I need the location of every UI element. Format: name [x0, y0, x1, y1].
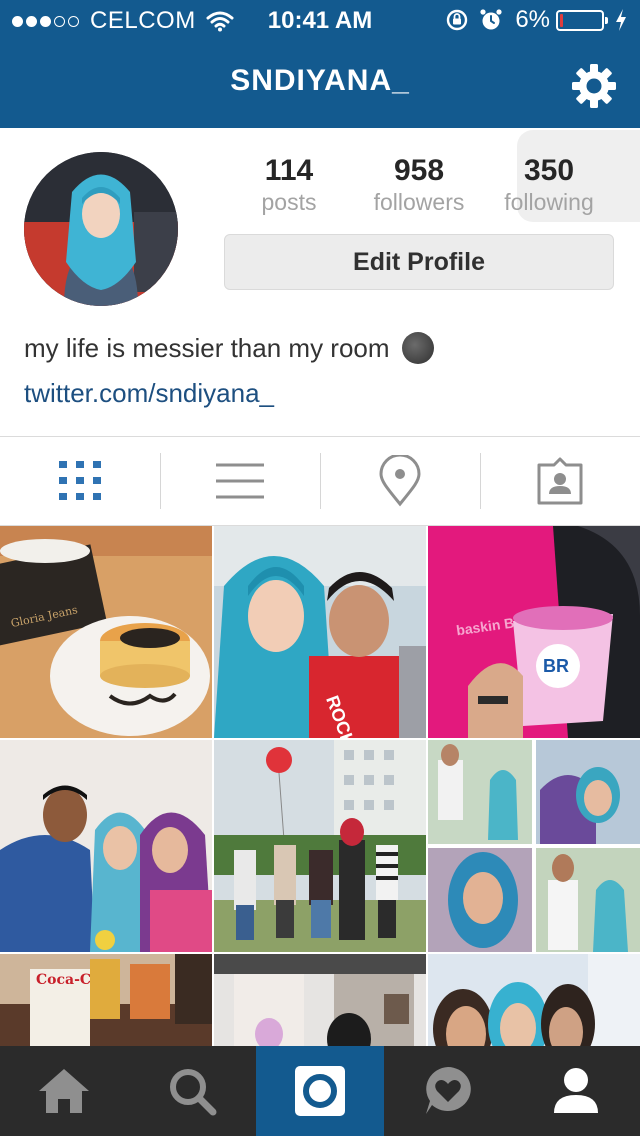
- photo-coffee-dessert[interactable]: Gloria Jeans: [0, 526, 212, 738]
- profile-stats: 114 posts 958 followers 350 following: [224, 154, 614, 218]
- posts-count[interactable]: 114 posts: [224, 154, 354, 216]
- username-title: SNDIYANA_: [230, 64, 410, 97]
- alarm-icon: [480, 9, 502, 30]
- photo-three-girls-selfie[interactable]: [428, 954, 640, 1046]
- photo-selfie-with-boy[interactable]: ROCK: [214, 526, 426, 738]
- tab-location-view[interactable]: [320, 437, 480, 525]
- tab-profile[interactable]: [512, 1046, 640, 1136]
- tab-tagged-view[interactable]: [480, 437, 640, 525]
- tab-camera[interactable]: [256, 1046, 384, 1136]
- status-bar: CELCOM 10:41 AM 6%: [0, 0, 640, 40]
- tab-list-view[interactable]: [160, 437, 320, 525]
- top-bar: CELCOM 10:41 AM 6% SNDIYANA_: [0, 0, 640, 128]
- bottom-tab-bar: [0, 1046, 640, 1136]
- profile-icon: [554, 1068, 598, 1113]
- photo-family-group[interactable]: [0, 740, 212, 952]
- photo-cafe-drinks[interactable]: Coca-Cola: [0, 954, 212, 1046]
- new-moon-face-icon: [401, 332, 434, 364]
- profile-website-link[interactable]: twitter.com/sndiyana_: [24, 378, 274, 409]
- battery-percent: 6%: [515, 6, 550, 33]
- profile-avatar[interactable]: [24, 152, 178, 306]
- svg-text:BR: BR: [543, 656, 569, 676]
- home-icon: [39, 1069, 89, 1113]
- photo-street-friends[interactable]: [214, 954, 426, 1046]
- list-icon: [216, 463, 264, 499]
- followers-count[interactable]: 958 followers: [354, 154, 484, 216]
- bio-text: my life is messier than my room: [24, 332, 390, 363]
- gear-icon[interactable]: [570, 62, 618, 110]
- rotation-lock-icon: [447, 9, 468, 31]
- following-count[interactable]: 350 following: [484, 154, 614, 216]
- tab-home[interactable]: [0, 1046, 128, 1136]
- tab-activity[interactable]: [384, 1046, 512, 1136]
- camera-icon: [295, 1066, 345, 1116]
- charging-bolt-icon: [616, 9, 626, 31]
- battery-icon: [556, 9, 608, 31]
- photo-grid: Gloria Jeans ROCK baskin BR BR Coca-Cola: [0, 526, 640, 1046]
- grid-icon: [59, 461, 101, 500]
- tab-grid-view[interactable]: [0, 437, 160, 525]
- search-icon: [170, 1069, 217, 1116]
- photo-collage-friends[interactable]: [428, 740, 640, 952]
- photo-baskin-robbins[interactable]: baskin BR BR: [428, 526, 640, 738]
- edit-profile-button[interactable]: Edit Profile: [224, 234, 614, 290]
- profile-view-tabs: [0, 436, 640, 526]
- photo-friends-outdoor[interactable]: [214, 740, 426, 952]
- profile-bio: my life is messier than my room: [24, 332, 434, 364]
- tab-search[interactable]: [128, 1046, 256, 1136]
- tagged-user-icon: [537, 457, 583, 505]
- activity-heart-icon: [426, 1067, 471, 1114]
- location-pin-icon: [379, 455, 421, 507]
